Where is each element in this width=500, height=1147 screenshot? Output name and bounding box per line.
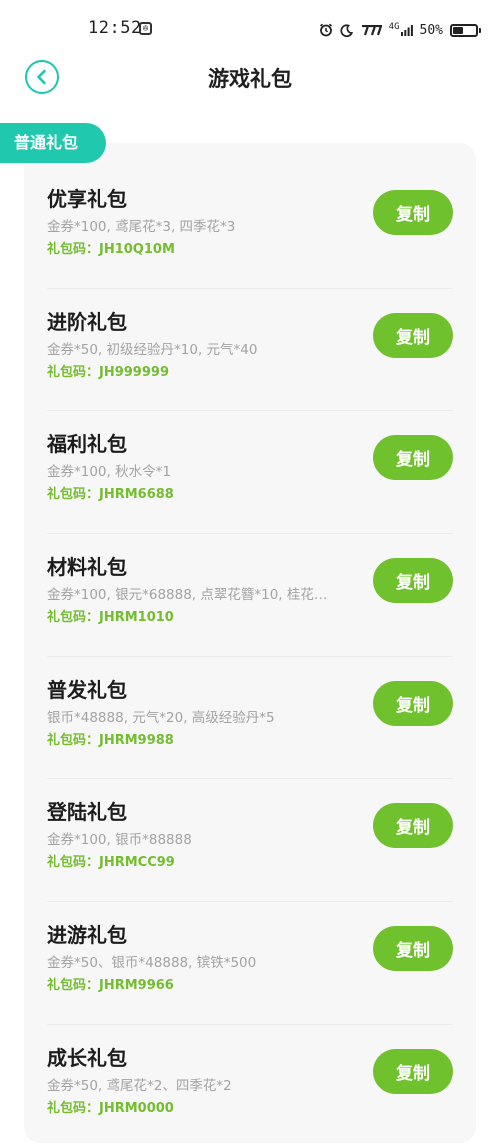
gift-desc: 金券*100, 秋水令*1 [47, 464, 171, 481]
gift-code: 礼包码：JH999999 [47, 364, 169, 380]
gift-item: 成长礼包 金券*50, 鸢尾花*2、四季花*2 礼包码：JHRM0000 复制 [24, 1023, 476, 1147]
moon-icon [340, 23, 353, 37]
gift-name: 普发礼包 [47, 677, 127, 702]
gift-name: 进游礼包 [47, 923, 127, 948]
gift-name: 福利礼包 [47, 432, 127, 457]
copy-button[interactable]: 复制 [373, 558, 453, 604]
copy-button[interactable]: 复制 [373, 803, 453, 849]
app-notification-icon: ꔮ [139, 22, 152, 35]
copy-button[interactable]: 复制 [373, 1048, 453, 1094]
gift-desc: 金券*100, 银币*88888 [47, 832, 192, 849]
header: 游戏礼包 [0, 56, 500, 100]
gift-item: 登陆礼包 金券*100, 银币*88888 礼包码：JHRMCC99 复制 [24, 778, 476, 901]
gift-item: 优享礼包 金券*100, 鸢尾花*3, 四季花*3 礼包码：JH10Q10M 复… [24, 165, 476, 288]
gift-code: 礼包码：JHRM1010 [47, 610, 174, 626]
copy-button[interactable]: 复制 [373, 926, 453, 972]
gift-desc: 金券*100, 鸢尾花*3, 四季花*3 [47, 219, 236, 235]
gift-desc: 金券*50、银币*48888, 镔铁*500 [47, 955, 257, 972]
gift-name: 进阶礼包 [47, 309, 127, 334]
gift-name: 材料礼包 [47, 555, 127, 580]
copy-button[interactable]: 复制 [373, 190, 453, 235]
battery-percent: 50% [419, 22, 443, 38]
battery-fill [453, 26, 463, 34]
status-icons: 4G 50% [319, 18, 481, 42]
copy-button[interactable]: 复制 [373, 312, 453, 358]
gift-name: 优享礼包 [47, 187, 127, 211]
battery-icon [450, 23, 481, 37]
gift-desc: 金券*100, 银元*68888, 点翠花簪*10, 桂花… [47, 587, 328, 604]
category-tag: 普通礼包 [0, 123, 106, 163]
gift-code: 礼包码：JHRM6688 [47, 487, 174, 503]
network-type: 4G [388, 22, 400, 32]
copy-button[interactable]: 复制 [373, 435, 453, 481]
gift-item: 进阶礼包 金券*50, 初级经验丹*10, 元气*40 礼包码：JH999999… [24, 287, 476, 411]
alarm-icon [319, 23, 332, 37]
page-title: 游戏礼包 [208, 67, 292, 91]
gift-item: 普发礼包 银币*48888, 元气*20, 高级经验丹*5 礼包码：JHRM99… [24, 655, 476, 779]
gift-desc: 银币*48888, 元气*20, 高级经验丹*5 [47, 709, 275, 726]
cellular-signal-icon [400, 25, 413, 36]
hd-signal-icon [361, 24, 382, 35]
gift-code: 礼包码：JH10Q10M [47, 242, 175, 257]
gift-item: 进游礼包 金券*50、银币*48888, 镔铁*500 礼包码：JHRM9966… [24, 901, 476, 1024]
gift-item: 福利礼包 金券*100, 秋水令*1 礼包码：JHRM6688 复制 [24, 410, 476, 533]
gift-code: 礼包码：JHRM9988 [47, 732, 174, 748]
gift-list: 优享礼包 金券*100, 鸢尾花*3, 四季花*3 礼包码：JH10Q10M 复… [24, 165, 476, 1147]
gift-name: 成长礼包 [47, 1045, 127, 1070]
gift-desc: 金券*50, 鸢尾花*2、四季花*2 [47, 1077, 232, 1094]
gift-desc: 金券*50, 初级经验丹*10, 元气*40 [47, 341, 258, 358]
gift-name: 登陆礼包 [47, 800, 127, 825]
copy-button[interactable]: 复制 [373, 680, 453, 726]
status-time: 12:52 [88, 18, 142, 38]
status-bar: 12:52 ꔮ 4G 50% [0, 0, 500, 56]
gift-code: 礼包码：JHRM9966 [47, 978, 174, 994]
gift-item: 材料礼包 金券*100, 银元*68888, 点翠花簪*10, 桂花… 礼包码：… [24, 533, 476, 656]
gift-code: 礼包码：JHRMCC99 [47, 855, 175, 871]
